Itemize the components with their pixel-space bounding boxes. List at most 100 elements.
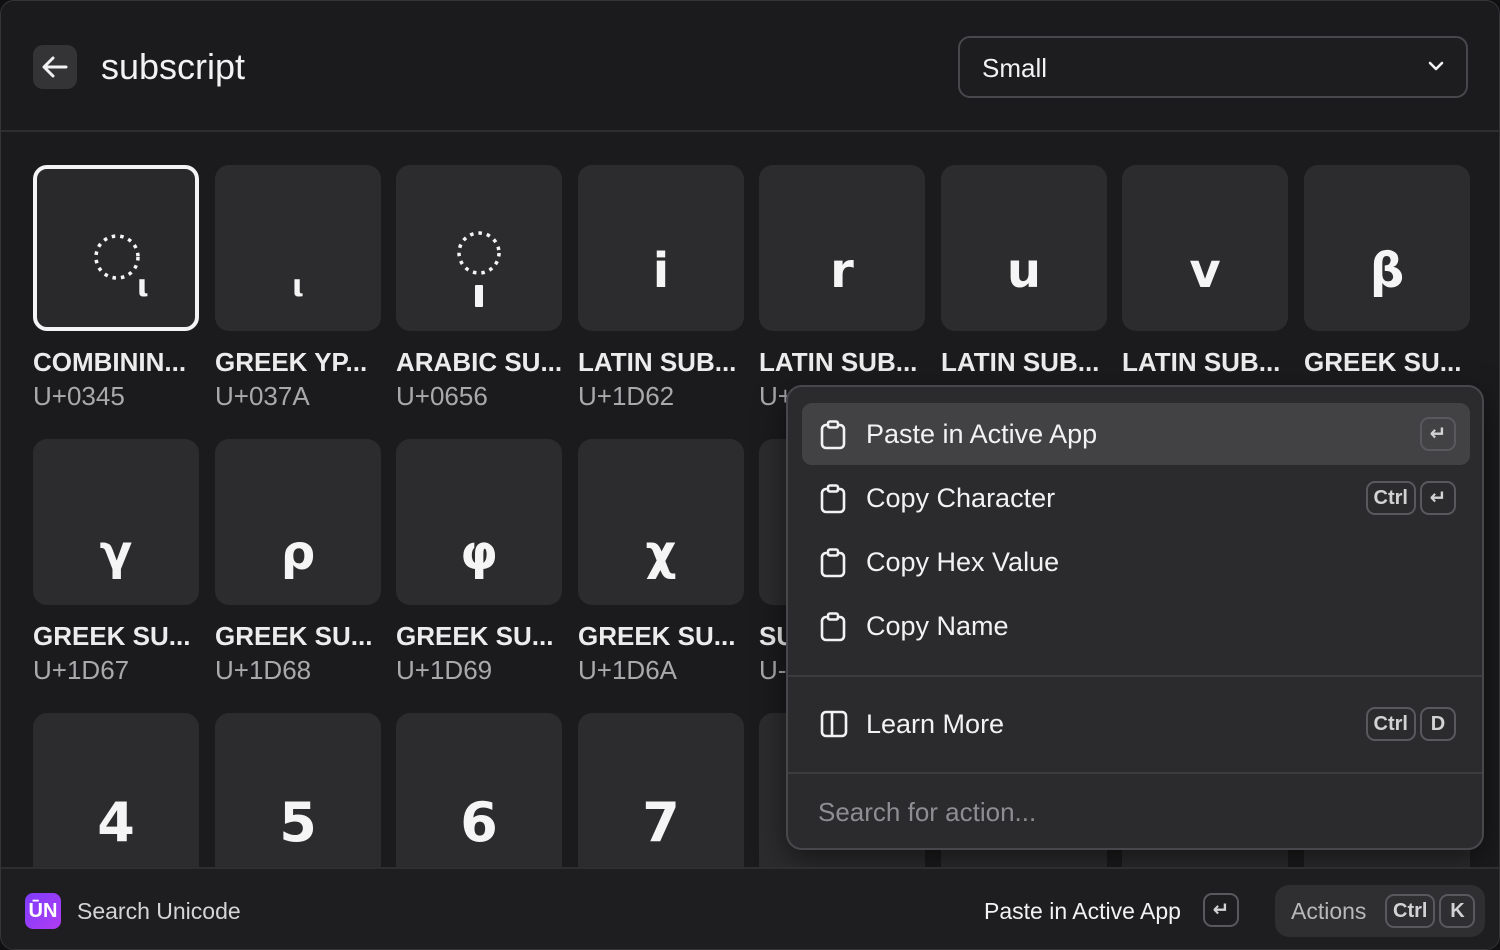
character-tile[interactable]: ρ [215, 439, 381, 605]
character-glyph: χ [645, 525, 677, 581]
ctrl-key: Ctrl [1385, 894, 1436, 928]
character-glyph: i [652, 243, 670, 299]
character-name: LATIN SUB... [941, 347, 1100, 377]
size-dropdown[interactable]: Small [958, 36, 1468, 98]
character-name: GREEK SU... [33, 621, 191, 651]
shortcut: Ctrl ↵ [1365, 481, 1456, 515]
character-name: GREEK SU... [215, 621, 373, 651]
character-tile[interactable]: i [578, 165, 744, 331]
character-name: GREEK SU... [578, 621, 736, 651]
enter-key-icon: ↵ [1203, 893, 1239, 927]
clipboard-icon [820, 420, 846, 450]
action-label: Copy Hex Value [866, 547, 1060, 577]
character-code: U+0345 [33, 381, 125, 411]
character-name: GREEK SU... [396, 621, 554, 651]
character-glyph: ρ [280, 525, 316, 581]
primary-shortcut: ↵ [1203, 893, 1239, 927]
clipboard-icon [820, 612, 846, 642]
character-name: LATIN SUB... [578, 347, 737, 377]
arrow-left-icon [42, 56, 68, 78]
action-search-input[interactable]: Search for action... [818, 775, 1036, 848]
character-code: U+1D68 [215, 655, 312, 685]
app-logo-icon: Ū̄N [25, 893, 61, 929]
character-glyph: 6 [460, 791, 498, 854]
character-glyph: 5 [279, 791, 317, 854]
character-tile[interactable]: u [941, 165, 1107, 331]
character-tile[interactable]: v [1122, 165, 1288, 331]
action-label: Paste in Active App [866, 419, 1098, 449]
sidebar-panel-icon [820, 710, 848, 738]
character-code: U+1D69 [396, 655, 493, 685]
character-tile[interactable]: φ [396, 439, 562, 605]
character-tile[interactable]: 4 [33, 713, 199, 867]
enter-key-icon: ↵ [1420, 481, 1456, 515]
action-label: Copy Character [866, 483, 1056, 513]
search-bar: subscript Small [1, 1, 1499, 132]
clipboard-icon [820, 484, 846, 514]
dotted-circle-icon [457, 231, 501, 275]
character-tile[interactable]: ι [33, 165, 199, 331]
character-name: ARABIC SU... [396, 347, 562, 377]
ctrl-key: Ctrl [1365, 481, 1416, 515]
search-input[interactable]: subscript [101, 45, 245, 89]
shortcut: Ctrl D [1365, 707, 1456, 741]
character-code: U- [759, 655, 787, 685]
character-tile[interactable] [396, 165, 562, 331]
action-copy-hex-value[interactable]: Copy Hex Value [802, 531, 1470, 593]
character-glyph: ι [292, 269, 304, 304]
character-name: GREEK YP... [215, 347, 368, 377]
character-glyph: u [1006, 243, 1042, 299]
k-key: K [1439, 894, 1476, 928]
chevron-down-icon [1428, 61, 1444, 71]
character-code: U+1D6A [578, 655, 677, 685]
character-tile[interactable]: r [759, 165, 925, 331]
character-glyph: 4 [97, 791, 135, 854]
dropdown-value: Small [982, 53, 1048, 83]
enter-key-icon: ↵ [1420, 417, 1456, 451]
ctrl-key: Ctrl [1365, 707, 1416, 741]
footer-bar: Ū̄N Search Unicode Paste in Active App … [1, 867, 1499, 949]
actions-panel: Paste in Active App ↵ Copy Character Ctr… [786, 385, 1484, 850]
character-tile[interactable]: ι [215, 165, 381, 331]
raycast-window: subscript Small ι COMBININ... U+0345 ι G… [0, 0, 1500, 950]
dotted-circle-icon [94, 234, 140, 280]
character-code: U+1D67 [33, 655, 130, 685]
character-glyph: r [830, 243, 854, 299]
action-label: Copy Name [866, 611, 1009, 641]
character-glyph: v [1189, 243, 1221, 299]
actions-button[interactable]: Actions Ctrl K [1275, 885, 1485, 937]
character-glyph: β [1369, 243, 1405, 299]
divider [788, 675, 1482, 677]
character-code: U+0656 [396, 381, 488, 411]
action-copy-character[interactable]: Copy Character Ctrl ↵ [802, 467, 1470, 529]
action-copy-name[interactable]: Copy Name [802, 595, 1470, 657]
character-tile[interactable]: β [1304, 165, 1470, 331]
character-glyph: 7 [642, 791, 680, 854]
action-learn-more[interactable]: Learn More Ctrl D [802, 693, 1470, 755]
primary-action-button[interactable]: Paste in Active App [984, 893, 1181, 929]
character-tile[interactable]: 5 [215, 713, 381, 867]
character-glyph: γ [99, 525, 133, 581]
back-button[interactable] [33, 45, 77, 89]
shortcut: ↵ [1420, 417, 1456, 451]
character-name: LATIN SUB... [1122, 347, 1281, 377]
character-name: GREEK SU... [1304, 347, 1462, 377]
clipboard-icon [820, 548, 846, 578]
action-paste-in-active-app[interactable]: Paste in Active App ↵ [802, 403, 1470, 465]
character-name: LATIN SUB... [759, 347, 918, 377]
character-code: U+1D62 [578, 381, 675, 411]
action-label: Learn More [866, 709, 1005, 739]
character-tile[interactable]: χ [578, 439, 744, 605]
character-tile[interactable]: γ [33, 439, 199, 605]
character-code: U+037A [215, 381, 310, 411]
actions-label: Actions [1291, 898, 1367, 924]
character-name: COMBININ... [33, 347, 187, 377]
character-glyph: φ [460, 525, 498, 581]
arabic-subscript-mark [475, 285, 483, 307]
character-tile[interactable]: 7 [578, 713, 744, 867]
footer-title: Search Unicode [77, 898, 241, 924]
divider [788, 772, 1482, 774]
shortcut: Ctrl K [1385, 894, 1476, 928]
character-tile[interactable]: 6 [396, 713, 562, 867]
character-glyph: ι [137, 269, 149, 304]
